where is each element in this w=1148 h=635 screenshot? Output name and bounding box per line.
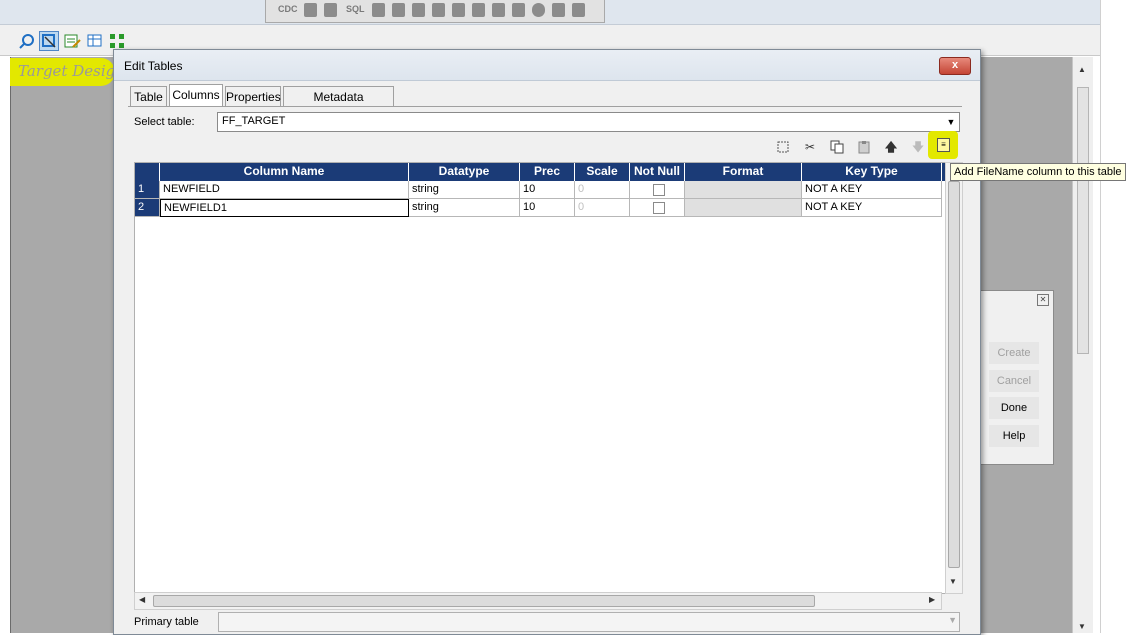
target-designer-icon[interactable] <box>39 31 59 51</box>
key-type-cell[interactable]: NOT A KEY <box>802 181 942 199</box>
chevron-down-icon[interactable]: ▼ <box>948 615 957 625</box>
key-type-cell[interactable]: NOT A KEY <box>802 199 942 217</box>
close-icon[interactable]: ✕ <box>1037 294 1049 306</box>
datatype-cell[interactable]: string <box>409 181 520 199</box>
prec-header[interactable]: Prec <box>520 163 575 181</box>
scroll-thumb[interactable] <box>948 181 960 568</box>
transformation-toolbar: CDC SQL <box>265 0 605 23</box>
datatype-header[interactable]: Datatype <box>409 163 520 181</box>
row-number-header <box>135 163 160 181</box>
move-up-icon[interactable]: 🡅 <box>884 140 898 154</box>
sequence-icon[interactable] <box>532 3 545 17</box>
table-row[interactable]: 2 NEWFIELD1 string 10 0 NOT A KEY <box>135 199 946 217</box>
grid-horizontal-scrollbar[interactable]: ◀ ▶ <box>134 592 942 610</box>
copy-icon[interactable] <box>830 140 844 154</box>
scroll-thumb[interactable] <box>153 595 815 607</box>
transformation-developer-icon[interactable] <box>62 31 82 51</box>
scale-cell: 0 <box>575 181 630 199</box>
workspace-title-text: Target Desig <box>18 62 116 80</box>
cdc-label: CDC <box>278 4 298 14</box>
close-button[interactable]: x <box>939 57 971 75</box>
columns-grid: Column Name Datatype Prec Scale Not Null… <box>134 162 947 594</box>
not-null-checkbox[interactable] <box>652 202 665 214</box>
done-button[interactable]: Done <box>989 397 1039 419</box>
tooltip: Add FileName column to this table <box>950 163 1126 181</box>
not-null-checkbox[interactable] <box>652 184 665 196</box>
datatype-cell[interactable]: string <box>409 199 520 217</box>
row-number[interactable]: 1 <box>135 181 160 199</box>
filter-icon[interactable] <box>512 3 525 17</box>
key-type-header[interactable]: Key Type <box>802 163 942 181</box>
scroll-down-arrow-icon[interactable]: ▼ <box>949 577 957 586</box>
source-analyzer-icon[interactable] <box>17 31 37 51</box>
edit-tables-dialog: Edit Tables x Table Columns Properties M… <box>113 49 981 635</box>
column-name-cell[interactable]: NEWFIELD <box>160 181 409 199</box>
dialog-titlebar[interactable]: Edit Tables x <box>114 50 980 81</box>
create-button[interactable]: Create <box>989 342 1039 364</box>
tab-columns[interactable]: Columns <box>169 84 223 107</box>
scale-cell: 0 <box>575 199 630 217</box>
move-down-icon[interactable]: 🡇 <box>911 140 925 154</box>
add-filename-column-button[interactable]: ≡ <box>928 131 958 159</box>
sql-label[interactable]: SQL <box>346 4 365 14</box>
not-null-cell <box>630 199 685 217</box>
tab-metadata-extensions[interactable]: Metadata Extensions <box>283 86 394 124</box>
tab-divider <box>128 106 962 107</box>
xml-icon[interactable] <box>572 3 585 17</box>
format-cell <box>685 199 802 217</box>
grid-vertical-scrollbar[interactable]: ▼ <box>945 162 963 594</box>
normalizer-icon[interactable] <box>324 3 337 17</box>
new-column-icon[interactable] <box>776 140 790 154</box>
prec-cell[interactable]: 10 <box>520 199 575 217</box>
mapplet-designer-icon[interactable] <box>85 31 105 51</box>
paste-icon[interactable] <box>857 140 871 154</box>
row-number[interactable]: 2 <box>135 199 160 217</box>
workspace-vertical-scrollbar[interactable]: ▲ ▼ <box>1072 57 1093 633</box>
tab-table[interactable]: Table <box>130 86 167 107</box>
primary-table-label: Primary table <box>134 616 199 628</box>
scroll-right-arrow-icon[interactable]: ▶ <box>929 595 935 604</box>
chevron-down-icon[interactable]: ▼ <box>943 113 959 131</box>
router-icon[interactable] <box>452 3 465 17</box>
scale-header[interactable]: Scale <box>575 163 630 181</box>
rank-icon[interactable] <box>492 3 505 17</box>
scroll-up-arrow-icon[interactable]: ▲ <box>1078 65 1086 74</box>
transaction-icon[interactable] <box>392 3 405 17</box>
dialog-title: Edit Tables <box>124 59 183 73</box>
source-qualifier-icon[interactable] <box>304 3 317 17</box>
grid-header: Column Name Datatype Prec Scale Not Null… <box>135 163 946 181</box>
tab-properties[interactable]: Properties <box>225 86 281 107</box>
right-gutter <box>1100 0 1148 633</box>
cut-icon[interactable]: ✂ <box>803 140 817 154</box>
select-table-value: FF_TARGET <box>222 115 286 127</box>
not-null-header[interactable]: Not Null <box>630 163 685 181</box>
primary-table-dropdown[interactable]: ▼ <box>218 612 960 632</box>
sorter-icon[interactable] <box>472 3 485 17</box>
prec-cell[interactable]: 10 <box>520 181 575 199</box>
format-header[interactable]: Format <box>685 163 802 181</box>
scroll-thumb[interactable] <box>1077 87 1089 354</box>
workspace-title: Target Desig <box>10 58 115 86</box>
cancel-button[interactable]: Cancel <box>989 370 1039 392</box>
joiner-icon[interactable] <box>432 3 445 17</box>
stored-procedure-icon[interactable] <box>552 3 565 17</box>
create-target-dialog: ✕ Create Cancel Done Help <box>978 290 1054 465</box>
select-table-label: Select table: <box>134 116 195 128</box>
column-name-cell[interactable]: NEWFIELD1 <box>160 199 409 217</box>
scroll-down-arrow-icon[interactable]: ▼ <box>1078 622 1086 631</box>
union-icon[interactable] <box>372 3 385 17</box>
not-null-cell <box>630 181 685 199</box>
help-button[interactable]: Help <box>989 425 1039 447</box>
lookup-icon[interactable] <box>412 3 425 17</box>
column-name-header[interactable]: Column Name <box>160 163 409 181</box>
add-filename-column-icon: ≡ <box>937 138 950 152</box>
table-row[interactable]: 1 NEWFIELD string 10 0 NOT A KEY <box>135 181 946 199</box>
scroll-left-arrow-icon[interactable]: ◀ <box>139 595 145 604</box>
mapping-designer-icon[interactable] <box>107 31 127 51</box>
format-cell <box>685 181 802 199</box>
select-table-dropdown[interactable]: FF_TARGET ▼ <box>217 112 960 132</box>
